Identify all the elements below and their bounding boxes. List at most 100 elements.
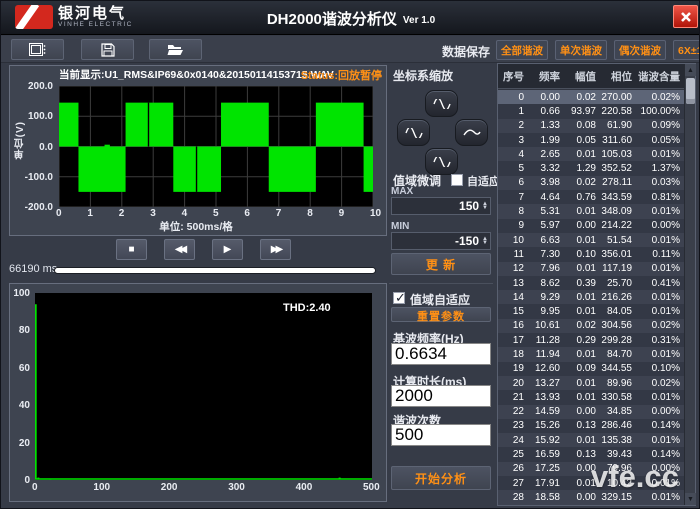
table-row[interactable]: 10.6693.97220.58100.00%: [498, 104, 684, 118]
column-header: 相位: [600, 69, 636, 84]
save-button[interactable]: [81, 39, 134, 60]
table-row[interactable]: 31.990.05311.600.05%: [498, 133, 684, 147]
axis-tick-label: 200: [161, 482, 178, 493]
axis-tick-label: 200.0: [28, 81, 53, 92]
spinner-arrows-icon[interactable]: ▲▼: [482, 202, 490, 211]
playback-slider[interactable]: [54, 267, 376, 274]
close-button[interactable]: [673, 5, 698, 28]
table-row[interactable]: 2617.250.0079.960.00%: [498, 462, 684, 476]
table-row[interactable]: 2315.260.13286.460.14%: [498, 419, 684, 433]
zoom-up-button[interactable]: [425, 90, 458, 117]
filter-all-harmonics-button[interactable]: 全部谐波: [496, 40, 548, 60]
table-cell: 0.01: [564, 392, 600, 403]
table-row[interactable]: 85.310.01348.090.01%: [498, 204, 684, 218]
play-button[interactable]: ▶: [212, 239, 243, 260]
table-row[interactable]: 1610.610.02304.560.02%: [498, 319, 684, 333]
table-cell: 278.11: [600, 177, 636, 188]
table-row[interactable]: 159.950.0184.050.01%: [498, 304, 684, 318]
zoom-down-button[interactable]: [425, 148, 458, 175]
table-cell: 8.62: [528, 278, 564, 289]
table-cell: 15.26: [528, 420, 564, 431]
waveform-x-unit-label: 单位: 500ms/格: [10, 219, 382, 234]
axis-tick-label: 0: [56, 208, 62, 219]
axis-tick-label: -100.0: [25, 172, 53, 183]
zoom-right-button[interactable]: [455, 119, 488, 146]
filter-even-harmonics-button[interactable]: 偶次谐波: [614, 40, 666, 60]
spinner-arrows-icon[interactable]: ▲▼: [482, 237, 490, 246]
table-row[interactable]: 2415.920.01135.380.01%: [498, 433, 684, 447]
table-row[interactable]: 2214.590.0034.850.00%: [498, 405, 684, 419]
table-cell: 0.01%: [636, 292, 684, 303]
min-spinner[interactable]: -150 ▲▼: [391, 232, 491, 250]
fundamental-freq-input[interactable]: [391, 343, 491, 365]
table-row[interactable]: 42.650.01105.030.01%: [498, 147, 684, 161]
table-row[interactable]: 53.321.29352.521.37%: [498, 161, 684, 175]
fast-forward-button[interactable]: ▶▶: [260, 239, 291, 260]
axis-tick-label: 5: [213, 208, 219, 219]
brand-name: 银河电气: [58, 6, 133, 21]
table-cell: 0.01%: [636, 306, 684, 317]
table-cell: 0.09: [564, 363, 600, 374]
adaptive-checkbox[interactable]: [451, 174, 463, 186]
table-row[interactable]: 95.970.00214.220.00%: [498, 219, 684, 233]
table-cell: 330.58: [600, 392, 636, 403]
axis-tick-label: 0: [32, 482, 38, 493]
table-row[interactable]: 106.630.0151.540.01%: [498, 233, 684, 247]
table-row[interactable]: 2516.590.1339.430.14%: [498, 447, 684, 461]
table-row[interactable]: 2113.930.01330.580.01%: [498, 390, 684, 404]
start-analysis-button[interactable]: 开始分析: [391, 466, 491, 490]
filter-odd-harmonics-button[interactable]: 单次谐波: [555, 40, 607, 60]
table-row[interactable]: 21.330.0861.900.09%: [498, 119, 684, 133]
max-spinner[interactable]: 150 ▲▼: [391, 197, 491, 215]
table-row[interactable]: 2818.580.00329.150.01%: [498, 490, 684, 504]
scroll-up-icon[interactable]: ▲: [685, 64, 696, 76]
table-row[interactable]: 1912.600.09344.550.10%: [498, 362, 684, 376]
table-cell: 2: [498, 120, 528, 131]
max-value: 150: [459, 199, 482, 213]
table-row[interactable]: 117.300.10356.010.11%: [498, 247, 684, 261]
table-cell: 19: [498, 363, 528, 374]
zoom-left-button[interactable]: [397, 119, 430, 146]
table-row[interactable]: 138.620.3925.700.41%: [498, 276, 684, 290]
table-cell: 1.29: [564, 163, 600, 174]
table-row[interactable]: 00.000.02270.000.02%: [498, 90, 684, 104]
stop-button[interactable]: ■: [116, 239, 147, 260]
table-cell: 0.00%: [636, 463, 684, 474]
table-cell: 352.52: [600, 163, 636, 174]
table-cell: 100.00%: [636, 106, 684, 117]
table-cell: 0.14%: [636, 449, 684, 460]
table-cell: 0.39: [564, 278, 600, 289]
table-cell: 10: [498, 235, 528, 246]
rewind-button[interactable]: ◀◀: [164, 239, 195, 260]
axis-tick-label: 60: [19, 363, 30, 374]
table-row[interactable]: 63.980.02278.110.03%: [498, 176, 684, 190]
display-view-button[interactable]: [11, 39, 64, 60]
current-file-label: 当前显示:U1_RMS&IP69&0x0140&20150114153715.W…: [59, 67, 334, 83]
table-cell: 16.59: [528, 449, 564, 460]
harmonic-order-input[interactable]: [391, 424, 491, 446]
range-adaptive-checkbox[interactable]: [393, 292, 405, 304]
table-cell: 0.05: [564, 135, 600, 146]
divider: [389, 283, 493, 284]
reset-params-button[interactable]: 重置参数: [391, 307, 491, 322]
table-row[interactable]: 2717.910.0110.420.01%: [498, 476, 684, 490]
app-window: 银河电气 VINHE ELECTRIC DH2000谐波分析仪 Ver 1.0: [0, 0, 700, 509]
table-row[interactable]: 74.640.76343.590.81%: [498, 190, 684, 204]
update-button[interactable]: 更 新: [391, 253, 491, 275]
table-cell: 299.28: [600, 335, 636, 346]
table-row[interactable]: 2013.270.0189.960.02%: [498, 376, 684, 390]
table-cell: 17: [498, 335, 528, 346]
table-cell: 0.01%: [636, 435, 684, 446]
open-file-button[interactable]: [149, 39, 202, 60]
duration-input[interactable]: [391, 385, 491, 407]
table-row[interactable]: 1811.940.0184.700.01%: [498, 347, 684, 361]
table-row[interactable]: 127.960.01117.190.01%: [498, 262, 684, 276]
filter-6x1-harmonics-button[interactable]: 6X±1次: [673, 40, 700, 60]
table-scrollbar[interactable]: ▲ ▼: [684, 64, 695, 505]
table-row[interactable]: 149.290.01216.260.01%: [498, 290, 684, 304]
table-cell: 23: [498, 420, 528, 431]
scroll-down-icon[interactable]: ▼: [685, 493, 696, 505]
table-cell: 18.58: [528, 492, 564, 503]
table-row[interactable]: 1711.280.29299.280.31%: [498, 333, 684, 347]
scrollbar-thumb[interactable]: [686, 78, 695, 104]
